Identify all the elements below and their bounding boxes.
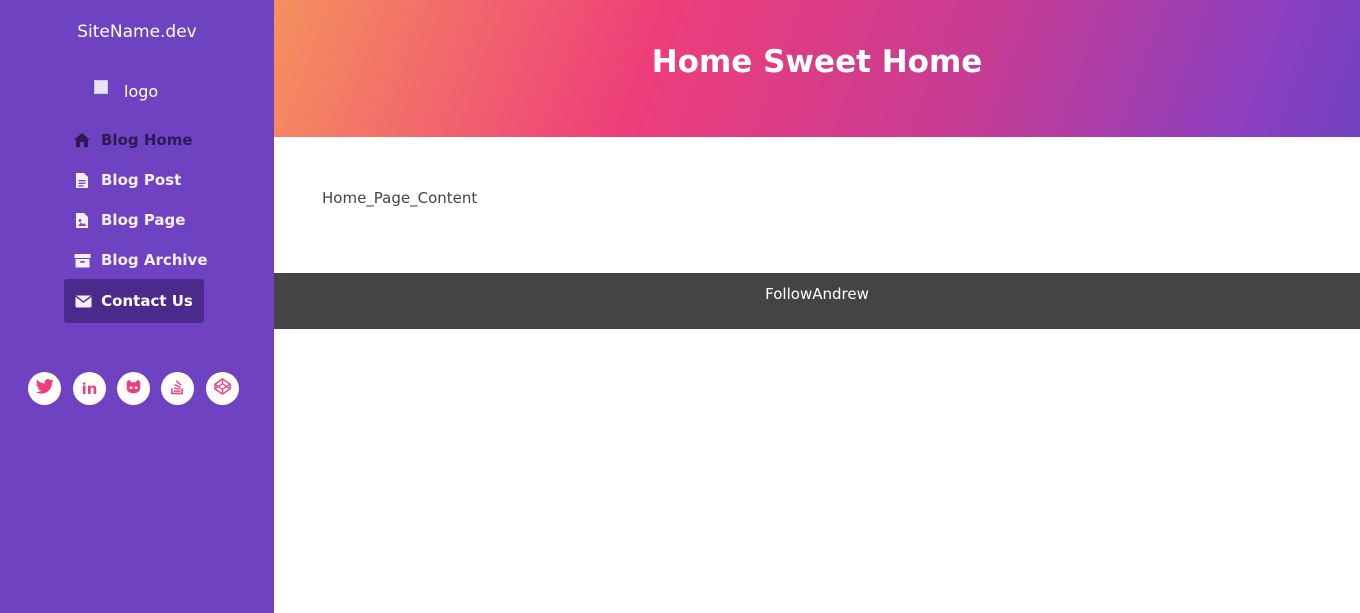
footer: FollowAndrew [274,273,1360,329]
linkedin-link[interactable]: in [73,372,106,405]
broken-image-icon [94,80,108,94]
logo-alt-text: logo [124,81,159,101]
codepen-icon [214,378,231,399]
page-content: Home_Page_Content [322,189,478,207]
nav-label: Contact Us [101,292,193,310]
archive-icon [73,251,91,269]
nav-label: Blog Post [101,171,182,189]
sidebar: SiteName.dev logo Blog Home Blog Post Bl… [0,0,274,613]
logo[interactable]: logo [94,80,158,102]
twitter-link[interactable] [28,372,61,405]
codepen-link[interactable] [206,372,239,405]
stackoverflow-icon [170,378,185,399]
page-title: Home Sweet Home [651,44,983,80]
footer-label: FollowAndrew [765,285,869,303]
site-name[interactable]: SiteName.dev [0,22,274,42]
file-image-icon [73,211,91,229]
nav-contact-us[interactable]: Contact Us [64,279,204,323]
github-icon [125,379,142,398]
nav-label: Blog Archive [101,251,208,269]
nav-label: Blog Page [101,211,186,229]
github-link[interactable] [117,372,150,405]
stackoverflow-link[interactable] [161,372,194,405]
twitter-icon [35,379,54,398]
nav-blog-home[interactable]: Blog Home [73,128,193,152]
linkedin-icon: in [81,379,98,398]
nav-blog-archive[interactable]: Blog Archive [73,248,208,272]
nav-blog-post[interactable]: Blog Post [73,168,181,192]
home-icon [73,131,91,149]
page-header: Home Sweet Home [274,0,1360,137]
document-icon [73,171,91,189]
envelope-icon [75,292,93,310]
nav-label: Blog Home [101,131,193,149]
nav-blog-page[interactable]: Blog Page [73,208,185,232]
